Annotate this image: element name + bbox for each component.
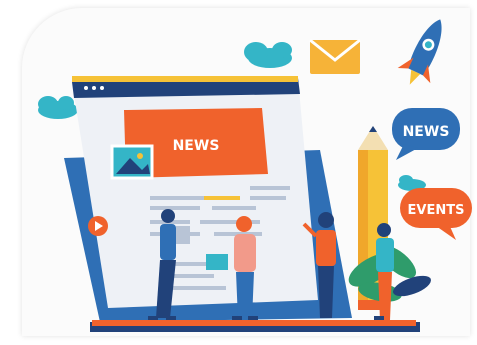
cloud-icon (38, 96, 78, 119)
envelope-icon (309, 38, 361, 74)
illustration-stage: NEWS NEWS EVENTS (0, 0, 477, 345)
news-label: NEWS (403, 124, 450, 140)
thumbnail-block (206, 254, 228, 270)
play-icon (88, 216, 108, 236)
cloud-icon (244, 42, 292, 68)
rocket-icon (397, 19, 442, 85)
speech-bubble-events: EVENTS (400, 188, 472, 240)
monitor-headline: NEWS (173, 138, 220, 154)
news-events-illustration: NEWS NEWS EVENTS (38, 19, 472, 332)
image-icon (110, 144, 154, 180)
speech-bubble-news: NEWS (392, 108, 460, 160)
events-label: EVENTS (408, 203, 465, 218)
